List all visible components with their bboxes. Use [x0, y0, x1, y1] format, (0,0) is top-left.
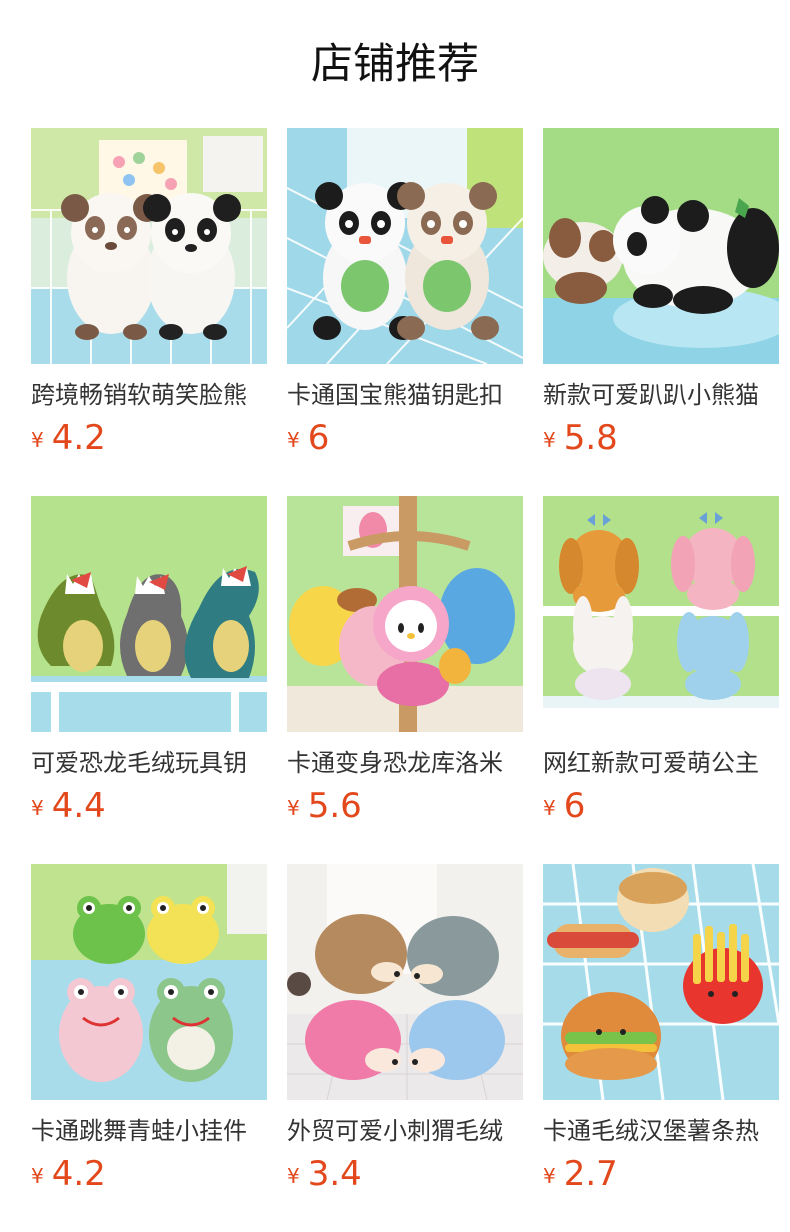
lying-panda-image[interactable] [543, 128, 779, 364]
price-value: 5.8 [563, 418, 618, 458]
product-card[interactable]: 可爱恐龙毛绒玩具钥 ¥4.4 [31, 496, 267, 836]
product-price: ¥4.4 [31, 786, 106, 826]
product-price: ¥6 [287, 418, 329, 458]
product-price: ¥5.8 [543, 418, 618, 458]
product-price: ¥4.2 [31, 418, 106, 458]
dinosaur-plush-image[interactable] [31, 496, 267, 732]
product-name[interactable]: 新款可爱趴趴小熊猫 [543, 380, 779, 410]
price-value: 4.2 [51, 1154, 106, 1194]
price-value: 6 [307, 418, 330, 458]
price-value: 4.2 [51, 418, 106, 458]
currency-symbol: ¥ [287, 428, 300, 452]
hanging-plush-image[interactable] [287, 496, 523, 732]
price-value: 6 [563, 786, 586, 826]
product-name[interactable]: 卡通毛绒汉堡薯条热 [543, 1116, 779, 1146]
price-value: 2.7 [563, 1154, 618, 1194]
product-card[interactable]: 网红新款可爱萌公主 ¥6 [543, 496, 779, 836]
product-name[interactable]: 卡通跳舞青蛙小挂件 [31, 1116, 267, 1146]
product-name[interactable]: 跨境畅销软萌笑脸熊 [31, 380, 267, 410]
product-price: ¥5.6 [287, 786, 362, 826]
product-name[interactable]: 外贸可爱小刺猬毛绒 [287, 1116, 523, 1146]
panda-keychain-image[interactable] [287, 128, 523, 364]
product-name[interactable]: 可爱恐龙毛绒玩具钥 [31, 748, 267, 778]
price-value: 3.4 [307, 1154, 362, 1194]
product-card[interactable]: 卡通国宝熊猫钥匙扣 ¥6 [287, 128, 523, 468]
product-name[interactable]: 卡通变身恐龙库洛米 [287, 748, 523, 778]
product-card[interactable]: 跨境畅销软萌笑脸熊 ¥4.2 [31, 128, 267, 468]
product-price: ¥3.4 [287, 1154, 362, 1194]
product-price: ¥4.2 [31, 1154, 106, 1194]
currency-symbol: ¥ [31, 428, 44, 452]
page-title: 店铺推荐 [310, 39, 479, 88]
currency-symbol: ¥ [543, 796, 556, 820]
price-value: 4.4 [51, 786, 106, 826]
product-card[interactable]: 卡通毛绒汉堡薯条热 ¥2.7 [543, 864, 779, 1204]
product-card[interactable]: 外贸可爱小刺猬毛绒 ¥3.4 [287, 864, 523, 1204]
hedgehog-plush-image[interactable] [287, 864, 523, 1100]
product-price: ¥2.7 [543, 1154, 618, 1194]
burger-fries-plush-image[interactable] [543, 864, 779, 1100]
page: 店铺推荐 跨境畅销软萌笑脸熊 ¥ 4.2 卡通国宝熊猫钥匙扣 ¥ 6 新款可爱趴… [0, 0, 790, 1232]
currency-symbol: ¥ [287, 1164, 300, 1188]
product-card[interactable]: 新款可爱趴趴小熊猫 ¥5.8 [543, 128, 779, 468]
frog-plush-image[interactable] [31, 864, 267, 1100]
panda-plush-pair-image[interactable] [31, 128, 267, 364]
currency-symbol: ¥ [543, 1164, 556, 1188]
price-value: 5.6 [307, 786, 362, 826]
currency-symbol: ¥ [31, 796, 44, 820]
currency-symbol: ¥ [31, 1164, 44, 1188]
product-price: ¥6 [543, 786, 585, 826]
currency-symbol: ¥ [287, 796, 300, 820]
product-card[interactable]: 卡通变身恐龙库洛米 ¥5.6 [287, 496, 523, 836]
product-grid: 跨境畅销软萌笑脸熊 ¥4.2 卡通国宝熊猫钥匙扣 ¥ 6 新款可爱趴趴小熊猫 ¥… [31, 128, 781, 1208]
product-name[interactable]: 卡通国宝熊猫钥匙扣 [287, 380, 523, 410]
bunny-puppy-plush-image[interactable] [543, 496, 779, 732]
product-card[interactable]: 卡通跳舞青蛙小挂件 ¥4.2 [31, 864, 267, 1204]
currency-symbol: ¥ [543, 428, 556, 452]
product-name[interactable]: 网红新款可爱萌公主 [543, 748, 779, 778]
